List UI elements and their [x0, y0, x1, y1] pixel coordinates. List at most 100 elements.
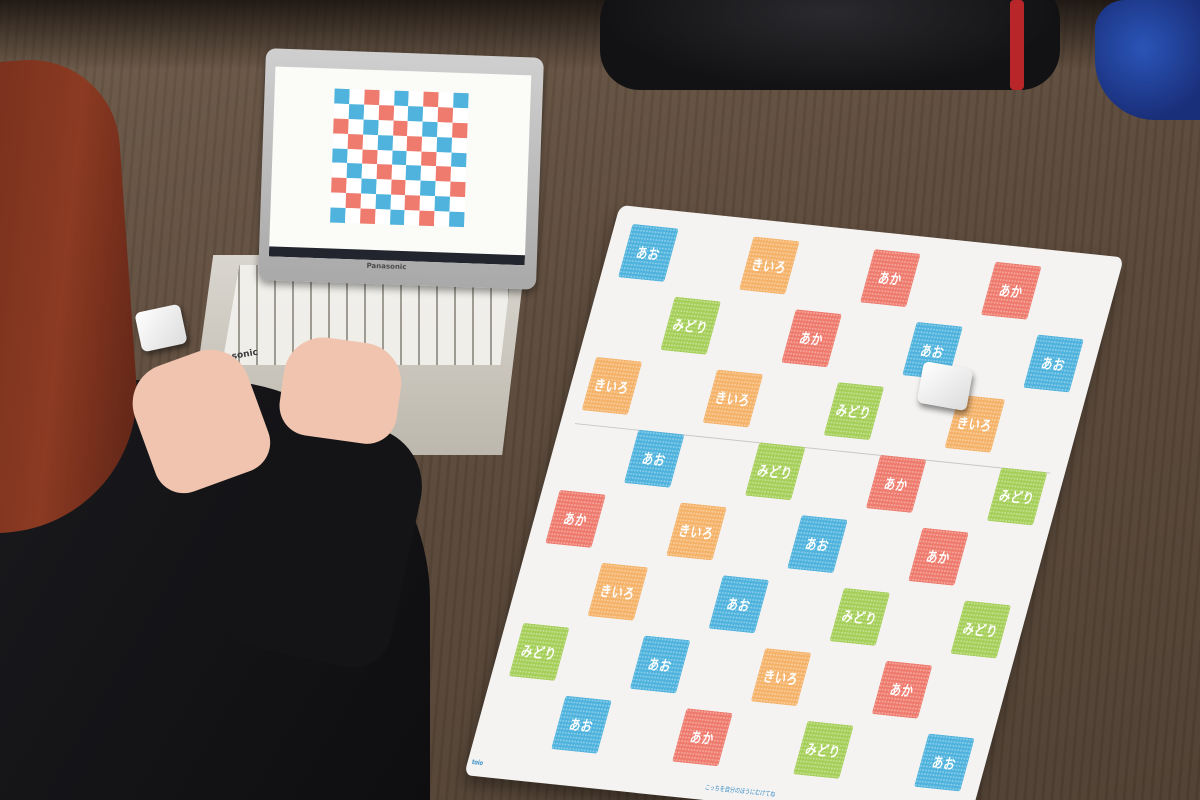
display-grid-cell	[453, 92, 469, 109]
display-grid-cell	[346, 148, 363, 164]
mat-tile: あお	[787, 515, 848, 574]
display-grid-cell	[377, 134, 393, 151]
display-grid-cell	[333, 118, 349, 134]
display-grid-cell	[435, 181, 451, 197]
display-grid-cell	[376, 149, 393, 166]
mat-tile: あお	[618, 223, 679, 282]
game-mat: toio こっちを自分のほうにむけてね あお きいろ あか あか みどり あか あお あお きい…	[464, 205, 1124, 800]
display-grid-cell	[436, 136, 453, 153]
mat-tile: あお	[623, 429, 685, 488]
display-grid-cell	[421, 151, 437, 167]
display-grid-cell	[393, 90, 410, 107]
mat-tile: あか	[980, 261, 1042, 320]
display-grid-cell	[375, 194, 391, 210]
display-grid-cell	[363, 104, 379, 120]
display-grid-cell	[451, 152, 467, 168]
display-grid-cell	[359, 208, 376, 225]
mat-tile: あか	[865, 454, 927, 513]
display-grid-cell	[344, 208, 361, 224]
red-strap	[1010, 0, 1024, 90]
mat-tile: あお	[914, 733, 975, 792]
mat-brand-mark: toio	[470, 758, 485, 768]
mat-tile: きいろ	[702, 369, 764, 428]
display-grid-cell	[331, 162, 347, 179]
display-grid-cell	[437, 107, 454, 123]
display-grid-cell	[436, 151, 452, 168]
display-grid-cell	[405, 180, 421, 196]
display-grid-cell	[421, 136, 438, 152]
display-grid-cell	[376, 164, 392, 180]
display-grid-cell	[451, 137, 468, 153]
display-grid-cell	[348, 118, 364, 135]
mat-tile: きいろ	[587, 562, 649, 621]
mat-tile: みどり	[950, 600, 1012, 659]
toio-cube-on-mat	[916, 360, 974, 412]
display-grid-cell	[332, 148, 348, 164]
mat-tile: みどり	[793, 720, 854, 779]
display-grid-cell	[332, 133, 349, 149]
mat-area: toio こっちを自分のほうにむけてね あお きいろ あか あか みどり あか あお あお きい…	[400, 205, 1160, 800]
display-grid-cell	[375, 179, 392, 195]
display-grid-cell	[374, 209, 391, 225]
mat-tile: あお	[629, 635, 691, 694]
display-grid-cell	[406, 165, 422, 181]
display-grid-cell	[346, 163, 362, 179]
display-grid-cell	[422, 106, 439, 122]
display-grid-cell	[377, 119, 394, 136]
display-grid-cell	[363, 89, 380, 105]
display-grid-cell	[333, 103, 350, 119]
display-grid-cell	[423, 91, 439, 108]
display-grid-cell	[408, 91, 425, 107]
display-grid-cell	[422, 121, 438, 137]
display-grid-cell	[408, 106, 424, 122]
photo-scene: Panasonic Panasonic toio こっちを自分のほうにむけてね …	[0, 0, 1200, 800]
display-grid-cell	[420, 180, 436, 197]
display-grid-cell	[347, 133, 363, 150]
display-grid-cell	[360, 193, 376, 210]
mat-tile: あお	[551, 695, 612, 754]
display-grid-cell	[330, 192, 346, 209]
display-grid-cell	[349, 89, 365, 105]
display-grid-cell	[348, 103, 364, 120]
display-grid-cell	[407, 135, 423, 152]
mat-tile: あお	[708, 575, 770, 634]
mat-orientation-note: こっちを自分のほうにむけてね	[703, 783, 777, 799]
display-grid-cell	[437, 121, 453, 138]
display-grid-cell	[420, 166, 437, 182]
display-grid-cell	[390, 179, 407, 196]
mat-tile: みどり	[660, 296, 721, 355]
display-grid-cell	[361, 149, 378, 165]
mat-tile: きいろ	[666, 502, 727, 561]
display-grid-cell	[330, 207, 346, 223]
display-grid-cell	[452, 107, 469, 123]
display-grid-cell	[393, 105, 409, 121]
mat-tile: みどり	[986, 467, 1048, 526]
display-grid-cell	[435, 166, 452, 182]
display-grid-cell	[452, 122, 468, 138]
mat-tile: あか	[859, 249, 921, 308]
mat-tile: あお	[1023, 334, 1084, 393]
mat-tile: みどり	[829, 587, 891, 646]
black-bag	[600, 0, 1060, 90]
display-grid-cell	[407, 120, 423, 137]
display-grid-cell	[406, 150, 422, 167]
display-grid-cell	[450, 181, 466, 198]
display-grid-cell	[450, 167, 467, 183]
display-grid-cell	[392, 135, 408, 151]
display-grid-cell	[392, 120, 409, 136]
mat-tile: あか	[545, 489, 606, 548]
mat-tile: みどり	[508, 622, 570, 681]
mat-tile: きいろ	[581, 356, 643, 415]
mat-tile: きいろ	[750, 648, 812, 707]
display-grid-cell	[378, 104, 394, 121]
mat-tile: みどり	[744, 442, 806, 501]
display-grid-cell	[345, 193, 361, 209]
display-grid-cell	[391, 150, 408, 166]
display-grid-cell	[362, 119, 379, 135]
display-grid-cell	[360, 178, 377, 195]
mat-tile: あか	[908, 527, 969, 586]
display-grid-cell	[362, 134, 378, 150]
display-grid-cell	[391, 165, 407, 181]
mat-tile: あか	[672, 708, 733, 767]
mat-tile: あか	[781, 309, 842, 368]
